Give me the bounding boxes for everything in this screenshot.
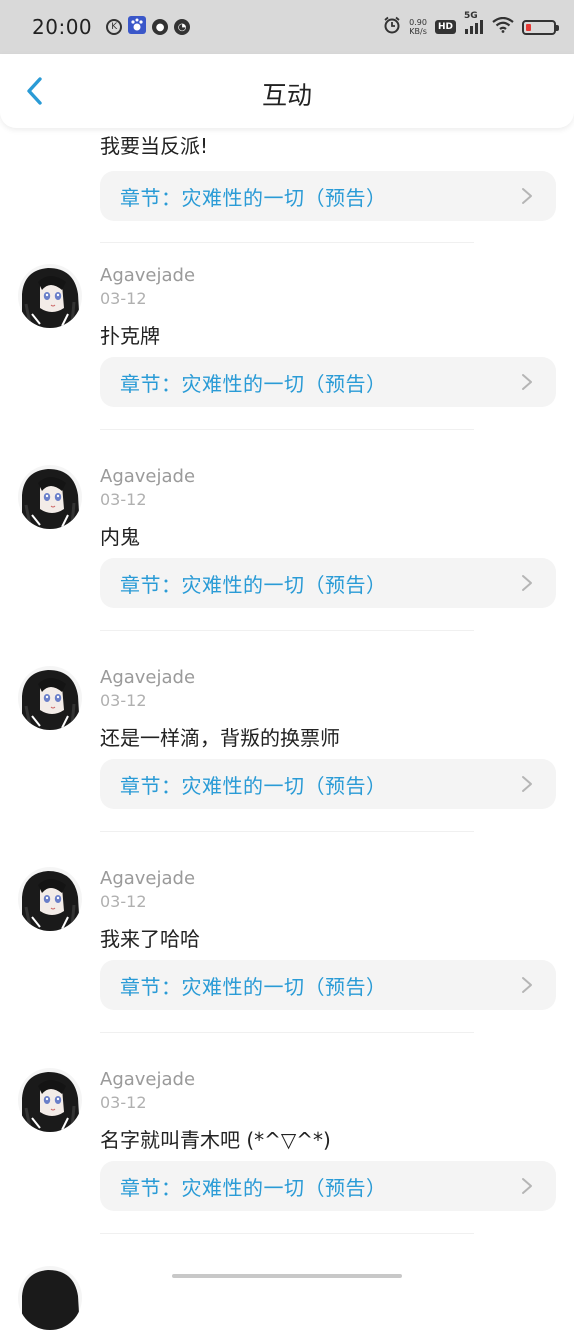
chapter-link[interactable]: 章节：灾难性的一切（预告） [100, 960, 556, 1010]
chapter-label: 章节：灾难性的一切（预告） [120, 371, 387, 396]
chapter-label: 章节：灾难性的一切（预告） [120, 974, 387, 999]
username[interactable]: Agavejade [100, 265, 195, 286]
comment-date: 03-12 [100, 892, 147, 911]
alarm-icon [383, 16, 401, 38]
comment-date: 03-12 [100, 1093, 147, 1112]
chevron-right-icon [522, 188, 532, 204]
divider [100, 630, 474, 631]
avatar[interactable] [18, 1068, 82, 1132]
chapter-label: 章节：灾难性的一切（预告） [120, 185, 387, 210]
chapter-link[interactable]: 章节：灾难性的一切（预告） [100, 759, 556, 809]
avatar[interactable] [18, 1266, 82, 1330]
bear-app-icon: ● [152, 19, 169, 35]
chevron-right-icon [522, 776, 532, 792]
comment-date: 03-12 [100, 691, 147, 710]
chapter-link[interactable]: 章节：灾难性的一切（预告） [100, 171, 556, 221]
avatar[interactable] [18, 264, 82, 328]
chapter-label: 章节：灾难性的一切（预告） [120, 1175, 387, 1200]
username[interactable]: Agavejade [100, 466, 195, 487]
comment-text: 名字就叫青木吧 (*^▽^*) [100, 1128, 331, 1152]
battery-level [526, 23, 531, 31]
network-speed: 0.90 KB/s [409, 18, 427, 36]
username[interactable]: Agavejade [100, 1069, 195, 1090]
chevron-right-icon [522, 374, 532, 390]
list-item: Agavejade 03-12 扑克牌 章节：灾难性的一切（预告） [0, 243, 574, 444]
cellular-signal-icon: 5G [464, 11, 484, 34]
list-item: 我要当反派! 章节：灾难性的一切（预告） [0, 128, 574, 243]
avatar[interactable] [18, 465, 82, 529]
page-title: 互动 [261, 81, 312, 110]
header-bar: 互动 [0, 54, 574, 128]
divider [100, 429, 474, 430]
username[interactable]: Agavejade [100, 667, 195, 688]
comment-date: 03-12 [100, 490, 147, 509]
status-bar: 20:00 K ● ◔ 0.90 KB/s HD 5G [0, 0, 574, 54]
divider [100, 1032, 474, 1033]
chapter-link[interactable]: 章节：灾难性的一切（预告） [100, 558, 556, 608]
comment-text: 我要当反派! [100, 134, 209, 158]
chevron-right-icon [522, 575, 532, 591]
status-time: 20:00 [32, 15, 93, 39]
list-item: Agavejade 03-12 名字就叫青木吧 (*^▽^*) 章节：灾难性的一… [0, 1047, 574, 1248]
comment-text: 我来了哈哈 [100, 927, 200, 951]
chapter-link[interactable]: 章节：灾难性的一切（预告） [100, 1161, 556, 1211]
speed-unit: KB/s [409, 27, 427, 36]
battery-icon [522, 19, 559, 35]
list-item: Agavejade 03-12 内鬼 章节：灾难性的一切（预告） [0, 444, 574, 645]
home-indicator[interactable] [172, 1274, 402, 1278]
list-item: Agavejade 03-12 还是一样滴，背叛的换票师 章节：灾难性的一切（预… [0, 645, 574, 846]
chevron-right-icon [522, 1178, 532, 1194]
comment-list: 我要当反派! 章节：灾难性的一切（预告） Agavejade 03-12 扑克牌… [0, 128, 574, 1248]
list-item: Agavejade 03-12 我来了哈哈 章节：灾难性的一切（预告） [0, 846, 574, 1047]
avatar[interactable] [18, 867, 82, 931]
compass-app-icon: ◔ [174, 19, 191, 35]
comment-items: Agavejade 03-12 扑克牌 章节：灾难性的一切（预告） Agavej… [0, 243, 574, 1248]
network-type: 5G [464, 11, 478, 21]
hd-badge: HD [434, 20, 456, 34]
chapter-label: 章节：灾难性的一切（预告） [120, 773, 387, 798]
chapter-link[interactable]: 章节：灾难性的一切（预告） [100, 357, 556, 407]
divider [100, 831, 474, 832]
comment-text: 扑克牌 [100, 324, 160, 348]
comment-text: 还是一样滴，背叛的换票师 [100, 726, 340, 750]
divider [100, 1233, 474, 1234]
k-app-icon: K [106, 19, 123, 35]
notification-icons: K ● ◔ [106, 16, 191, 38]
comment-date: 03-12 [100, 289, 147, 308]
comment-text: 内鬼 [100, 525, 140, 549]
chapter-label: 章节：灾难性的一切（预告） [120, 572, 387, 597]
avatar[interactable] [18, 666, 82, 730]
username[interactable]: Agavejade [100, 868, 195, 889]
chevron-right-icon [522, 977, 532, 993]
speed-value: 0.90 [409, 18, 427, 27]
wifi-icon [492, 16, 514, 37]
baidu-paw-icon [128, 16, 147, 38]
